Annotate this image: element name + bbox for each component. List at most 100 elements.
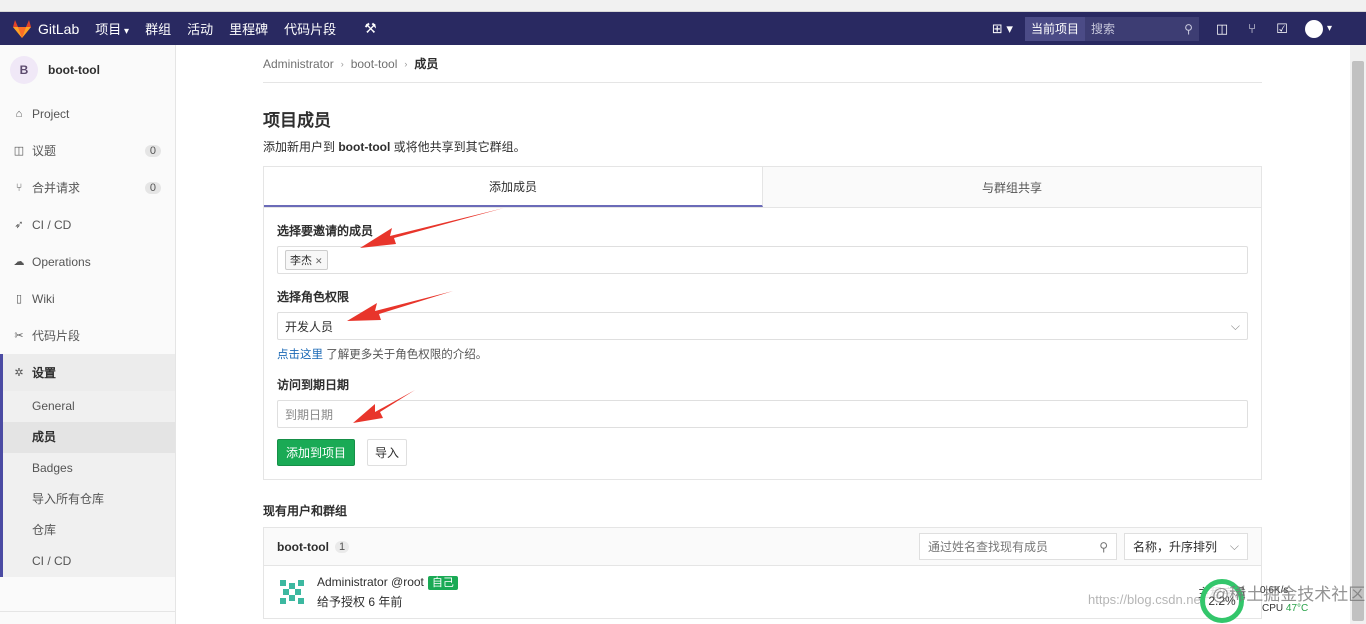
search-input[interactable]: 搜索 ⚲ [1084,16,1199,41]
nav-activity[interactable]: 活动 [187,19,213,38]
tab-add-member[interactable]: 添加成员 [264,167,763,207]
add-member-panel: 添加成员 与群组共享 选择要邀请的成员 李杰 ✕ 选择角色权限 开发人员 ⌵ 点击… [263,166,1262,480]
remove-token-icon[interactable]: ✕ [315,256,323,266]
invite-members-input[interactable]: 李杰 ✕ [277,246,1248,274]
operations-icon: ☁ [13,256,25,268]
members-count-badge: 1 [334,540,350,553]
settings-sub-import[interactable]: 导入所有仓库 [3,484,175,515]
project-avatar: B [10,56,38,84]
sidebar-item-operations[interactable]: ☁ Operations [0,243,175,280]
expire-date-placeholder: 到期日期 [285,407,334,422]
form-actions: 添加到项目 导入 [277,439,1248,466]
new-dropdown-plus-icon[interactable]: ⊞ ▾ [992,21,1013,37]
top-navbar: GitLab 项目 群组 活动 里程碑 代码片段 ⚒ ⊞ ▾ 当前项目 搜索 ⚲… [0,12,1366,45]
existing-members-title: 现有用户和群组 [263,504,348,518]
chevron-right-icon: › [404,58,408,69]
role-help-link[interactable]: 点击这里 [277,349,323,361]
sidebar-item-project[interactable]: ⌂ Project [0,95,175,132]
search-placeholder: 搜索 [1090,22,1115,36]
nav-projects[interactable]: 项目 [95,19,129,38]
settings-icon: ✲ [14,367,24,379]
merge-requests-count-badge: 0 [144,181,161,194]
member-search-input[interactable]: 通过姓名查找现有成员 ⚲ [919,533,1117,560]
sidebar-item-snippets[interactable]: ✂ 代码片段 [0,317,175,354]
member-sort-dropdown[interactable]: 名称，升序排列 ⌵ [1124,533,1248,560]
issues-icon[interactable]: ◫ [1215,21,1229,37]
page-scrollbar[interactable] [1350,45,1366,624]
page-description: 添加新用户到 boot-tool 或将他共享到其它群组。 [263,138,1262,155]
chevron-down-icon: ⌵ [1229,539,1239,553]
sidebar-item-label: Project [32,106,70,121]
self-badge: 自己 [427,576,458,590]
project-sidebar: B boot-tool ⌂ Project ◫ 议题 0 ⑂ 合并请求 0 ➶ … [0,45,176,624]
breadcrumb-project[interactable]: boot-tool [351,57,398,71]
chevron-down-icon[interactable]: ▾ [1327,23,1332,34]
chevron-down-icon: ⌵ [1230,318,1240,333]
search-icon: ⚲ [1184,21,1193,36]
member-name[interactable]: Administrator @root [317,575,424,589]
sidebar-item-ci-cd[interactable]: ➶ CI / CD [0,206,175,243]
settings-sub-members[interactable]: 成员 [3,422,175,453]
sidebar-item-label: 议题 [32,144,57,158]
breadcrumb-admin[interactable]: Administrator [263,57,334,71]
sidebar-item-label: 合并请求 [32,181,81,195]
gitlab-logo[interactable]: GitLab [12,19,79,39]
role-select[interactable]: 开发人员 ⌵ [277,312,1248,340]
main-content: Administrator › boot-tool › 成员 项目成员 添加新用… [263,45,1262,619]
sidebar-item-issues[interactable]: ◫ 议题 0 [0,132,175,169]
sidebar-item-label: 设置 [32,366,57,380]
import-button[interactable]: 导入 [367,439,408,466]
admin-wrench-icon[interactable]: ⚒ [364,20,377,37]
gitlab-fox-icon [13,19,31,38]
sidebar-item-wiki[interactable]: ▯ Wiki [0,280,175,317]
settings-submenu: General 成员 Badges 导入所有仓库 仓库 CI / CD [0,391,175,577]
member-sort-label: 名称，升序排列 [1133,540,1218,554]
scissors-icon: ✂ [14,330,24,342]
settings-sub-general[interactable]: General [3,391,175,422]
sidebar-item-label: Operations [32,254,91,269]
members-group-name: boot-tool [277,539,329,554]
page-title: 项目成员 [263,111,331,130]
issues-icon: ◫ [13,145,25,157]
desc-project: boot-tool [338,140,391,154]
merge-request-icon[interactable]: ⑂ [1245,21,1259,36]
settings-sub-repository[interactable]: 仓库 [3,515,175,546]
role-help-text: 了解更多关于角色权限的介绍。 [323,349,488,361]
sidebar-project-header[interactable]: B boot-tool [0,45,175,95]
member-granted-time: 给予授权 6 年前 [317,595,403,609]
member-search-placeholder: 通过姓名查找现有成员 [928,540,1049,554]
invite-label: 选择要邀请的成员 [277,224,374,238]
merge-request-icon: ⑂ [15,181,23,194]
project-name: boot-tool [48,63,100,77]
chevron-right-icon: › [340,58,344,69]
sidebar-item-label: CI / CD [32,217,72,232]
nav-milestones[interactable]: 里程碑 [229,19,268,38]
expire-label: 访问到期日期 [277,378,350,392]
role-label: 选择角色权限 [277,290,350,304]
settings-sub-ci-cd[interactable]: CI / CD [3,546,175,577]
breadcrumb: Administrator › boot-tool › 成员 [263,45,1262,83]
user-token[interactable]: 李杰 ✕ [285,250,328,270]
sidebar-item-label: 代码片段 [32,329,81,343]
user-avatar[interactable] [1304,19,1323,38]
nav-groups[interactable]: 群组 [145,19,171,38]
breadcrumb-members[interactable]: 成员 [414,55,438,72]
gitlab-logo-text: GitLab [38,20,80,37]
settings-sub-badges[interactable]: Badges [3,453,175,484]
sidebar-item-merge-requests[interactable]: ⑂ 合并请求 0 [0,169,175,206]
expire-date-input[interactable]: 到期日期 [277,400,1248,428]
add-to-project-button[interactable]: 添加到项目 [277,439,356,466]
home-icon: ⌂ [15,107,23,120]
identicon-avatar-icon [277,577,307,607]
nav-snippets[interactable]: 代码片段 [284,19,336,38]
user-token-label: 李杰 [290,255,312,267]
search-scope-current-project[interactable]: 当前项目 [1024,16,1085,41]
member-name-line: Administrator @root 自己 [317,574,458,590]
tab-share-with-group[interactable]: 与群组共享 [763,167,1261,207]
sidebar-item-settings[interactable]: ✲ 设置 [0,354,175,391]
issues-count-badge: 0 [144,144,161,157]
role-select-value: 开发人员 [285,319,334,334]
scrollbar-thumb[interactable] [1352,61,1364,621]
rocket-icon: ➶ [14,219,24,231]
todo-icon[interactable]: ☑ [1275,21,1289,37]
